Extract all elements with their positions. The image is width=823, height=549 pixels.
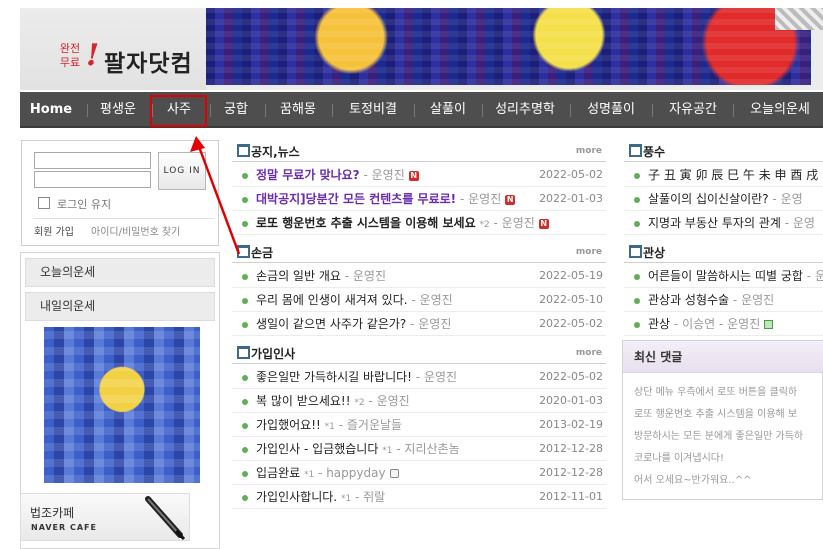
comment-item[interactable]: 방문하시는 모든 분에게 좋은일만 가득하 <box>634 427 803 442</box>
list-item[interactable]: 가입인사 - 입금했습니다 *1 - 지리산촌놈 2012-12-28 <box>232 437 606 461</box>
list-item[interactable]: 가입인사합니다. *1 - 쥐랄 2012-11-01 <box>232 485 606 509</box>
password-input[interactable] <box>34 171 151 188</box>
pen-icon <box>145 496 186 541</box>
palm-more-link[interactable]: more <box>576 247 602 257</box>
login-divider <box>33 218 214 219</box>
cafe-title: 법조카페 <box>30 506 75 520</box>
new-badge-icon: N <box>538 218 549 229</box>
list-item[interactable]: 입금완료 *1 - happyday 2012-12-28 <box>232 461 606 485</box>
list-item[interactable]: 어른들이 말씀하시는 띠별 궁합 - 운 <box>624 264 823 288</box>
fengshui-board-title[interactable]: 풍수 <box>643 143 665 160</box>
keep-login-label: 로그인 유지 <box>57 198 112 211</box>
list-item[interactable]: 좋은일만 가득하시길 바랍니다! - 운영진 2022-05-02 <box>232 365 606 389</box>
nav-home[interactable]: Home <box>26 92 76 128</box>
find-account-link[interactable]: 아이디/비밀번호 찾기 <box>91 223 180 238</box>
site-logo[interactable]: 팔자닷컴 <box>104 44 193 78</box>
greeting-board-header: 가입인사 more <box>232 342 606 364</box>
palm-board-header: 손금 more <box>232 241 606 263</box>
list-item[interactable]: 대박공지]당분간 모든 컨텐츠를 무료로! - 운영진 N 2022-01-03 <box>232 187 606 211</box>
menu-today-fortune[interactable]: 오늘의운세 <box>25 258 215 287</box>
banner-overlay <box>206 8 811 85</box>
list-item[interactable]: 관상과 성형수술 - 운영진 <box>624 288 823 312</box>
new-badge-icon: N <box>408 170 419 181</box>
list-item[interactable]: 복 많이 받으세요!! *2 - 운영진 2020-01-03 <box>232 389 606 413</box>
list-item[interactable]: 지명과 부동산 투자의 관계 - 운영 <box>624 211 823 235</box>
physiognomy-board-header: 관상 <box>624 241 823 263</box>
logo-tagline: 완전 무료 <box>59 42 81 69</box>
keep-login-checkbox[interactable] <box>38 197 50 209</box>
comment-item[interactable]: 상단 메뉴 우측에서 로또 버튼을 클릭하 <box>634 383 797 398</box>
user-icon <box>389 469 399 478</box>
list-item[interactable]: 생일이 같으면 사주가 같은가? - 운영진 2022-05-02 <box>232 312 606 336</box>
nav-pyeongsaengun[interactable]: 평생운 <box>90 92 146 128</box>
comment-item[interactable]: 로또 행운번호 추출 시스템을 이용해 보 <box>634 405 797 420</box>
board-icon <box>237 144 250 157</box>
logo-exclamation: ! <box>86 38 100 73</box>
nav-seongri[interactable]: 성리추명학 <box>486 92 564 128</box>
saju-highlight-box <box>150 95 207 127</box>
board-icon <box>237 245 250 258</box>
notice-more-link[interactable]: more <box>576 146 602 156</box>
username-input[interactable] <box>34 152 151 169</box>
menu-tomorrow-fortune[interactable]: 내일의운세 <box>25 292 215 321</box>
board-icon <box>629 144 642 157</box>
list-item[interactable]: 살풀이의 십이신살이란? - 운영 <box>624 187 823 211</box>
join-link[interactable]: 회원 가입 <box>34 223 74 238</box>
image-icon <box>764 320 774 329</box>
list-item[interactable]: 로또 행운번호 추출 시스템을 이용해 보세요 *2 - 운영진 N <box>232 211 606 235</box>
board-icon <box>237 346 250 359</box>
greeting-board-title[interactable]: 가입인사 <box>251 345 295 362</box>
side-ad-overlay <box>44 327 200 483</box>
main-nav: Home 평생운 사주 궁합 꿈해몽 토정비결 살풀이 성리추명학 성명풀이 자… <box>20 92 823 128</box>
notice-board-header: 공지,뉴스 more <box>232 140 606 162</box>
nav-dream[interactable]: 꿈해몽 <box>270 92 326 128</box>
header-decoration <box>775 8 823 30</box>
comment-item[interactable]: 어서 오세요~반가워요..^^ <box>634 471 751 486</box>
greeting-more-link[interactable]: more <box>576 348 602 358</box>
login-button[interactable]: LOG IN <box>158 152 206 190</box>
physiognomy-board-title[interactable]: 관상 <box>643 244 665 261</box>
nav-gunghap[interactable]: 궁합 <box>214 92 258 128</box>
cafe-subtitle: NAVER CAFE <box>31 523 97 532</box>
nav-salpuri[interactable]: 살풀이 <box>420 92 476 128</box>
recent-comments-title: 최신 댓글 <box>634 350 683 364</box>
list-item[interactable]: 子 丑 寅 卯 辰 巳 午 未 申 酉 戌 <box>624 163 823 187</box>
list-item[interactable]: 우리 몸에 인생이 새겨져 있다. - 운영진 2022-05-10 <box>232 288 606 312</box>
list-item[interactable]: 정말 무료가 맞나요? - 운영진 N 2022-05-02 <box>232 163 606 187</box>
nav-today-fortune[interactable]: 오늘의운세 <box>738 92 822 128</box>
notice-board-title[interactable]: 공지,뉴스 <box>251 143 300 160</box>
new-badge-icon: N <box>505 194 516 205</box>
nav-free-board[interactable]: 자유공간 <box>658 92 728 128</box>
palm-board-title[interactable]: 손금 <box>251 244 273 261</box>
fengshui-board-header: 풍수 <box>624 140 823 162</box>
list-item[interactable]: 관상 - 이승연 - 운영진 <box>624 312 823 336</box>
list-item[interactable]: 손금의 일반 개요 - 운영진 2022-05-19 <box>232 264 606 288</box>
list-item[interactable]: 가입했어요!! *1 - 즐거운날들 2013-02-19 <box>232 413 606 437</box>
board-icon <box>629 245 642 258</box>
nav-name-reading[interactable]: 성명풀이 <box>576 92 646 128</box>
comment-item[interactable]: 코로나를 이겨냅시다! <box>634 449 724 464</box>
nav-tojeong[interactable]: 토정비결 <box>338 92 408 128</box>
